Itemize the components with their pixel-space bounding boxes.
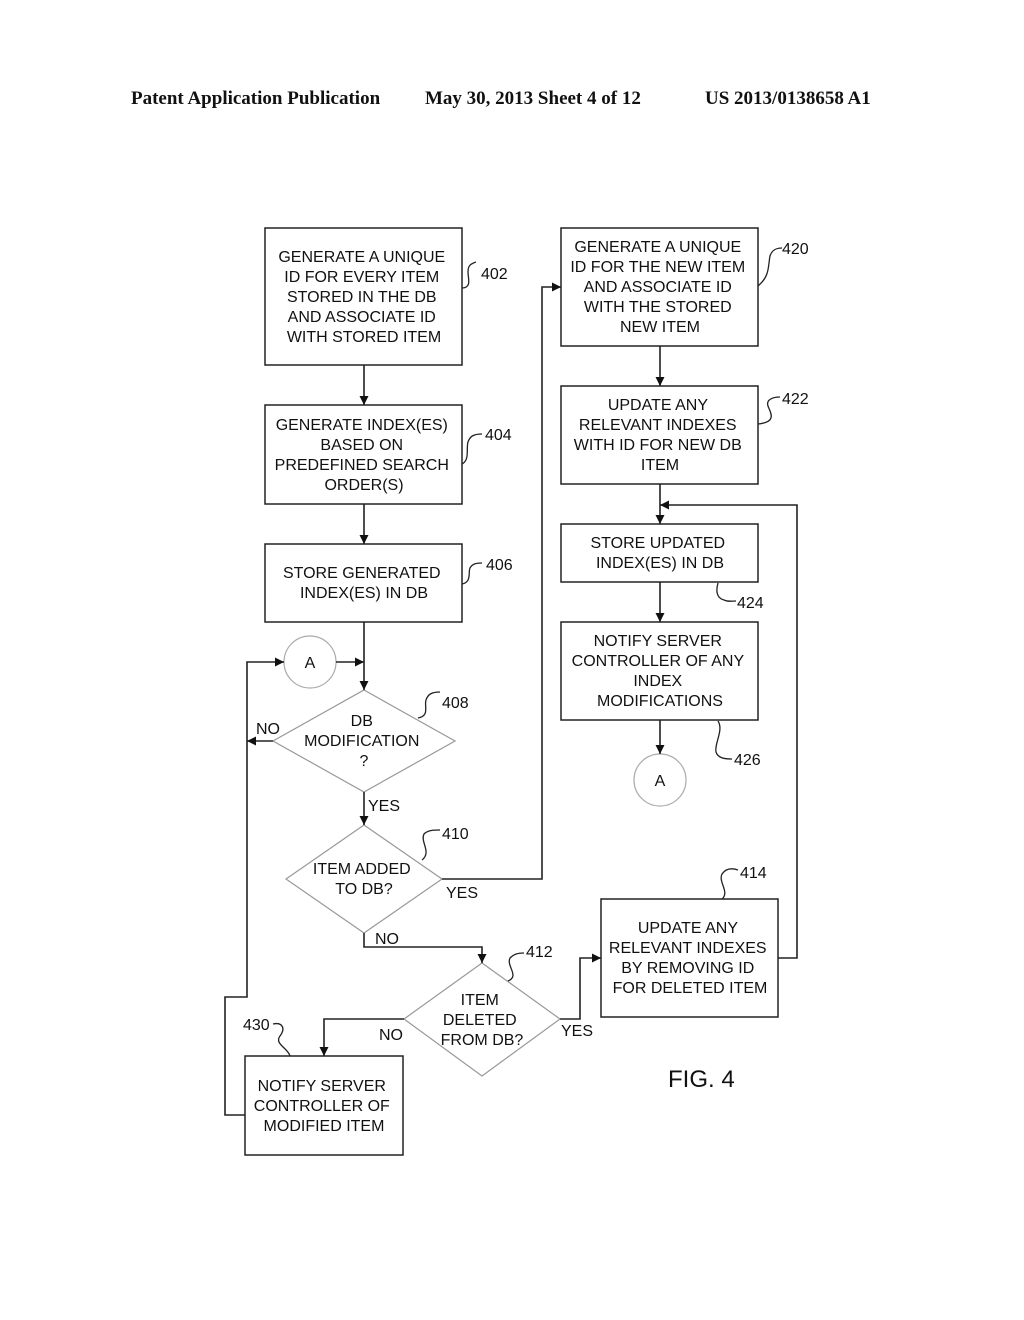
svg-text:412: 412 <box>526 944 553 961</box>
label-410-yes: YES <box>446 885 478 902</box>
step-430-text: NOTIFY SERVER CONTROLLER OF MODIFIED ITE… <box>254 1078 394 1135</box>
ref-402: 402 <box>461 261 508 289</box>
figure-label: FIG. 4 <box>668 1066 735 1093</box>
svg-text:426: 426 <box>734 752 761 769</box>
svg-text:414: 414 <box>740 865 767 882</box>
svg-text:410: 410 <box>442 826 469 843</box>
ref-422: 422 <box>757 391 809 425</box>
ref-414: 414 <box>720 865 767 900</box>
svg-text:404: 404 <box>485 427 512 444</box>
svg-text:408: 408 <box>442 695 469 712</box>
decision-412: ITEM DELETED FROM DB? <box>402 962 562 1077</box>
ref-426: 426 <box>715 720 761 769</box>
connector-a-bottom: A <box>633 753 687 807</box>
ref-406: 406 <box>461 557 513 585</box>
svg-text:430: 430 <box>243 1017 270 1034</box>
label-410-no: NO <box>375 931 399 948</box>
step-424-box: STORE UPDATED INDEX(ES) IN DB <box>560 523 759 583</box>
svg-text:406: 406 <box>486 557 513 574</box>
step-426-box: NOTIFY SERVER CONTROLLER OF ANY INDEX MO… <box>560 621 759 721</box>
step-414-box: UPDATE ANY RELEVANT INDEXES BY REMOVING … <box>600 898 779 1018</box>
step-420-box: GENERATE A UNIQUE ID FOR THE NEW ITEM AN… <box>560 227 759 347</box>
step-404-box: GENERATE INDEX(ES) BASED ON PREDEFINED S… <box>264 404 463 505</box>
label-412-yes: YES <box>561 1023 593 1040</box>
label-408-yes: YES <box>368 798 400 815</box>
ref-410: 410 <box>421 826 469 861</box>
ref-430: 430 <box>243 1017 291 1057</box>
connector-a-top: A <box>283 635 337 689</box>
decision-410: ITEM ADDED TO DB? <box>284 824 444 934</box>
step-430-box: NOTIFY SERVER CONTROLLER OF MODIFIED ITE… <box>244 1055 404 1156</box>
step-402-text: GENERATE A UNIQUE ID FOR EVERY ITEM STOR… <box>278 249 449 346</box>
label-408-no: NO <box>256 721 280 738</box>
ref-404: 404 <box>461 427 512 465</box>
step-406-box: STORE GENERATED INDEX(ES) IN DB <box>264 543 463 623</box>
svg-text:A: A <box>305 655 316 672</box>
arrow-412-yes <box>560 953 601 1020</box>
svg-text:402: 402 <box>481 266 508 283</box>
decision-408: DB MODIFICATION ? <box>271 689 457 793</box>
step-422-box: UPDATE ANY RELEVANT INDEXES WITH ID FOR … <box>560 385 759 485</box>
ref-424: 424 <box>716 582 764 612</box>
svg-text:A: A <box>655 773 666 790</box>
label-412-no: NO <box>379 1027 403 1044</box>
svg-text:422: 422 <box>782 391 809 408</box>
ref-408: 408 <box>417 691 469 719</box>
ref-420: 420 <box>757 241 809 287</box>
svg-text:420: 420 <box>782 241 809 258</box>
ref-412: 412 <box>507 944 553 982</box>
step-402-box: GENERATE A UNIQUE ID FOR EVERY ITEM STOR… <box>264 227 463 366</box>
flowchart: GENERATE A UNIQUE ID FOR EVERY ITEM STOR… <box>224 227 809 1156</box>
svg-text:424: 424 <box>737 595 764 612</box>
